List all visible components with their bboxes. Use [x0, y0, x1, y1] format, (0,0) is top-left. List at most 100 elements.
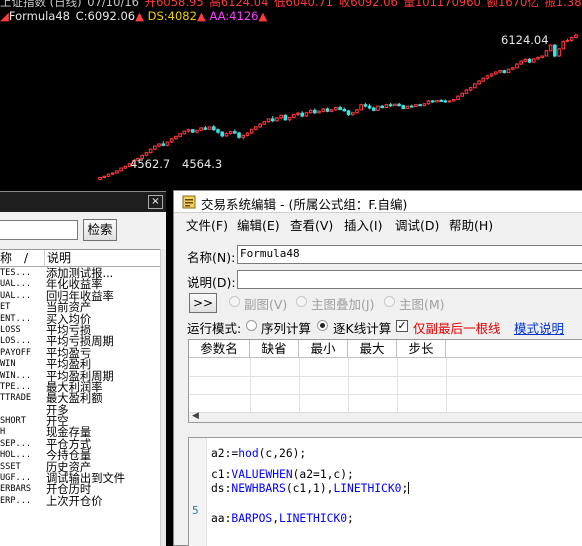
- candle-up: [464, 89, 469, 94]
- function-row[interactable]: TTRADE 最大盈利额: [0, 392, 160, 406]
- code-text: aa:: [211, 512, 232, 525]
- candle-up: [540, 55, 545, 58]
- candle-up: [531, 58, 536, 63]
- menu-edit[interactable]: 编辑(E): [237, 215, 280, 237]
- code-line-1: a2:=hod(c,26);: [211, 447, 306, 460]
- function-description: 最大盈利额: [46, 392, 103, 406]
- candle-up: [148, 148, 153, 154]
- candle-up: [422, 103, 427, 107]
- peak-price-label: 6124.04: [501, 33, 549, 47]
- menu-view[interactable]: 查看(V): [290, 215, 333, 237]
- sort-indicator: /: [24, 251, 29, 265]
- code-editor[interactable]: 5 a2:=hod(c,26); c1:VALUEWHEN(a2=1,c); d…: [188, 437, 582, 546]
- candle-up: [266, 118, 271, 123]
- candle-up: [182, 130, 187, 135]
- formula-aa-value: AA:4126: [209, 9, 259, 23]
- function-name: LOS...: [0, 336, 32, 347]
- radio-main[interactable]: [384, 296, 395, 307]
- mode-help-link[interactable]: 模式说明: [514, 318, 564, 337]
- param-name-header[interactable]: 参数名: [189, 340, 250, 358]
- candle-down: [380, 105, 385, 109]
- function-row[interactable]: 开多: [0, 404, 160, 416]
- candle-up: [426, 100, 431, 105]
- radio-main-label: 主图(M): [399, 297, 445, 312]
- search-button[interactable]: 检索: [83, 219, 117, 241]
- radio-sequence[interactable]: [246, 320, 257, 331]
- menu-bar: 文件(F) 编辑(E) 查看(V) 插入(I) 调试(D) 帮助(H): [174, 215, 582, 237]
- candle-up: [254, 126, 258, 130]
- candle-down: [388, 104, 393, 107]
- search-input[interactable]: [0, 220, 78, 240]
- quote-open: 开6058.95: [144, 0, 204, 9]
- trading-system-editor: 交易系统编辑 - (所属公式组：F.自编) 文件(F) 编辑(E) 查看(V) …: [173, 190, 582, 546]
- last-bar-checkbox[interactable]: ✓: [396, 320, 408, 332]
- candle-up: [510, 67, 515, 70]
- code-text: (c,26);: [258, 447, 307, 460]
- line-number: 5: [192, 504, 199, 517]
- menu-file[interactable]: 文件(F): [186, 215, 228, 237]
- column-name-header[interactable]: 称: [0, 250, 12, 266]
- scroll-left-icon[interactable]: ◀: [192, 411, 199, 421]
- radio-overlay[interactable]: [296, 296, 307, 307]
- code-text: c1:: [211, 468, 232, 481]
- radio-subchart[interactable]: [229, 296, 240, 307]
- panel-titlebar: ×: [0, 192, 166, 212]
- parameters-table: 参数名 缺省 最小 最大 步长 ◀: [188, 339, 582, 423]
- function-row[interactable]: HOL... 今持仓量: [0, 450, 160, 462]
- code-line-6: aa:BARPOS,LINETHICK0;: [211, 512, 354, 525]
- candle-down: [342, 108, 347, 112]
- description-label: 说明(D):: [187, 275, 236, 290]
- menu-help[interactable]: 帮助(H): [449, 215, 493, 237]
- formula-name[interactable]: Formula48: [9, 9, 70, 23]
- param-default-header[interactable]: 缺省: [250, 340, 299, 358]
- code-text: ds:: [211, 482, 232, 495]
- expand-button[interactable]: >>: [189, 293, 217, 313]
- function-description: 平均盈利: [46, 358, 92, 372]
- candle-up: [153, 145, 157, 150]
- description-input[interactable]: [237, 270, 582, 289]
- column-desc-header[interactable]: 说明: [44, 250, 160, 266]
- param-min-header[interactable]: 最小: [299, 340, 348, 358]
- horizontal-scrollbar[interactable]: ◀: [189, 411, 582, 422]
- grid-line: [446, 358, 447, 412]
- candle-down: [161, 143, 166, 146]
- parameters-header: 参数名 缺省 最小 最大 步长: [189, 340, 582, 358]
- candle-up: [115, 170, 119, 174]
- candle-up: [405, 105, 410, 109]
- candle-up: [245, 132, 250, 136]
- candle-down: [443, 100, 448, 103]
- candle-up: [262, 121, 267, 125]
- menu-debug[interactable]: 调试(D): [395, 215, 439, 237]
- line-gutter: 5: [189, 438, 207, 546]
- code-text: ,: [272, 512, 280, 525]
- vertical-scrollbar[interactable]: [160, 249, 166, 546]
- quote-volume: 量101170960: [403, 0, 481, 9]
- formula-ds-value: DS:4082: [147, 9, 197, 23]
- candle-down: [283, 114, 288, 121]
- radio-bar-by-bar[interactable]: [317, 320, 328, 331]
- function-row[interactable]: WIN 平均盈利: [0, 358, 160, 372]
- code-keyword: LINETHICK0: [333, 482, 402, 495]
- code-keyword: VALUEWHEN: [231, 468, 293, 481]
- candle-up: [317, 110, 321, 114]
- param-max-header[interactable]: 最大: [348, 340, 397, 358]
- function-row[interactable]: ERP... 上次开仓价: [0, 494, 160, 508]
- candle-up: [296, 112, 300, 115]
- close-icon[interactable]: ×: [148, 195, 163, 209]
- param-step-header[interactable]: 步长: [397, 340, 446, 358]
- candle-down: [401, 105, 406, 109]
- function-description: 上次开仓价: [46, 494, 103, 508]
- red-arrow-icon: ◢: [0, 9, 9, 23]
- function-row[interactable]: ET 当前资产: [0, 302, 160, 314]
- menu-insert[interactable]: 插入(I): [344, 215, 382, 237]
- formula-name-input[interactable]: Formula48: [237, 245, 582, 264]
- candle-down: [300, 112, 305, 117]
- candle-up: [393, 103, 397, 107]
- candle-up: [106, 173, 111, 177]
- candle-down: [270, 118, 275, 122]
- function-name: UAL...: [0, 290, 32, 301]
- code-line-3: c1:VALUEWHEN(a2=1,c);: [211, 468, 354, 481]
- candle-down: [216, 129, 220, 133]
- candle-up: [224, 133, 229, 137]
- candle-up: [228, 131, 233, 135]
